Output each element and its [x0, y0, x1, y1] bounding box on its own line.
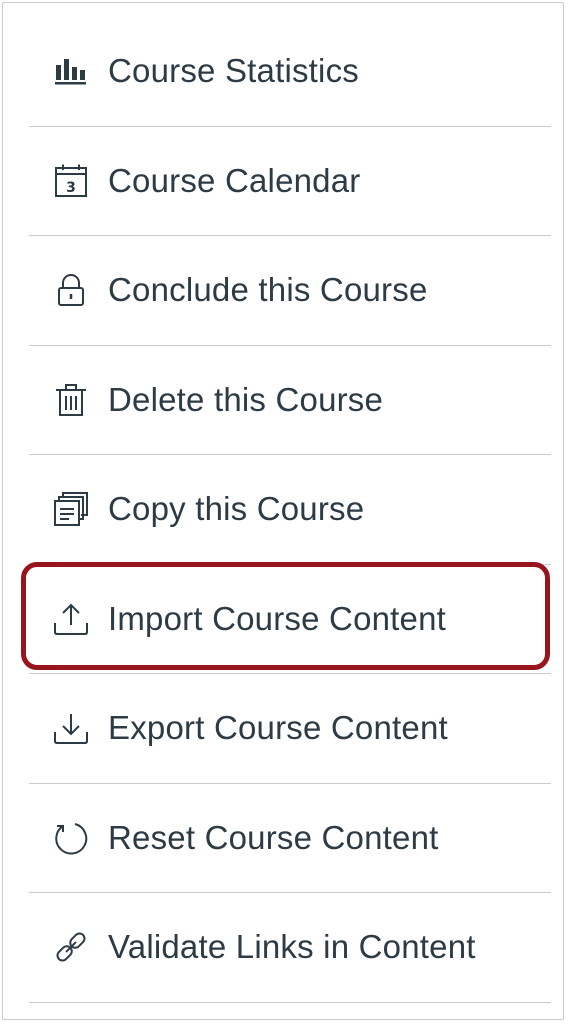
upload-icon: [53, 601, 89, 637]
menu-item-conclude-course[interactable]: Conclude this Course: [29, 236, 551, 346]
copy-icon: [53, 491, 89, 527]
menu-item-label: Conclude this Course: [108, 271, 428, 309]
menu-item-delete-course[interactable]: Delete this Course: [29, 346, 551, 455]
reset-icon: [53, 820, 89, 856]
menu-item-copy-course[interactable]: Copy this Course: [29, 455, 551, 565]
menu-item-label: Reset Course Content: [108, 818, 439, 856]
sidebar-panel: Course Statistics 3 Course Calendar Conc…: [2, 2, 564, 1020]
link-icon: [53, 929, 89, 965]
menu-item-label: Validate Links in Content: [108, 928, 476, 966]
svg-text:3: 3: [66, 180, 76, 196]
menu-item-label: Delete this Course: [108, 380, 384, 418]
menu-item-label: Course Calendar: [108, 161, 361, 199]
menu-item-label: Export Course Content: [108, 709, 448, 747]
menu-item-validate-links[interactable]: Validate Links in Content: [29, 893, 551, 1003]
trash-icon: [53, 382, 89, 418]
menu-item-label: Course Statistics: [108, 52, 359, 90]
bar-chart-icon: [53, 53, 89, 89]
menu-item-label: Copy this Course: [108, 490, 365, 528]
download-icon: [53, 710, 89, 746]
menu-item-reset-course-content[interactable]: Reset Course Content: [29, 784, 551, 893]
menu-item-import-course-content[interactable]: Import Course Content: [29, 565, 551, 674]
menu-item-label: Import Course Content: [108, 599, 447, 637]
calendar-icon: 3: [53, 163, 89, 199]
course-settings-menu: Course Statistics 3 Course Calendar Conc…: [29, 17, 551, 1003]
menu-item-export-course-content[interactable]: Export Course Content: [29, 674, 551, 784]
menu-item-course-calendar[interactable]: 3 Course Calendar: [29, 127, 551, 236]
lock-icon: [53, 272, 89, 308]
menu-item-course-statistics[interactable]: Course Statistics: [29, 17, 551, 127]
